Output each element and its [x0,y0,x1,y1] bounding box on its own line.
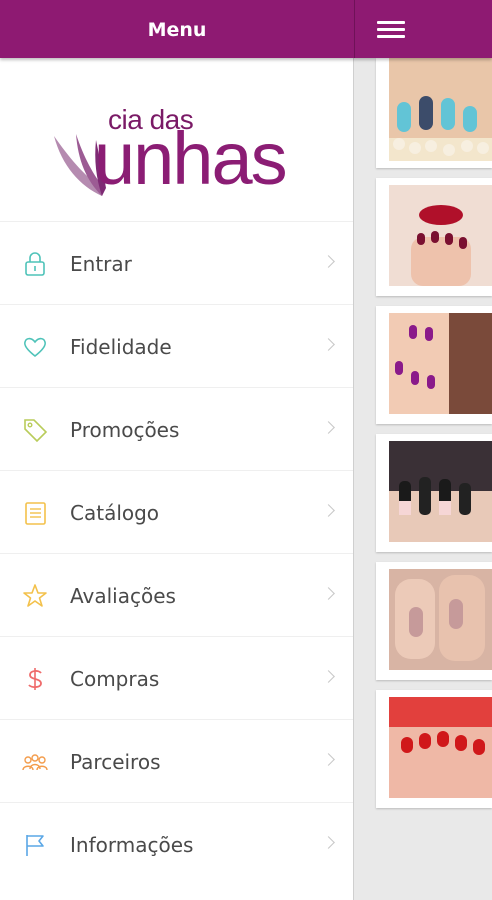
menu-item-label: Fidelidade [70,335,172,359]
menu-item-promocoes[interactable]: Promoções [0,387,353,470]
gallery-card[interactable] [376,306,492,424]
menu-item-label: Promoções [70,418,180,442]
gallery-card[interactable] [376,562,492,680]
menu-item-catalogo[interactable]: Catálogo [0,470,353,553]
flag-icon [26,835,44,856]
heart-icon [23,337,47,358]
menu-item-label: Entrar [70,252,132,276]
chevron-right-icon [322,504,335,517]
side-drawer: cia das unhas Entrar Fidelidade Promoçõe… [0,58,354,900]
top-bar: Menu [0,0,492,58]
gallery-card[interactable] [376,58,492,168]
hamburger-icon [377,21,405,39]
menu-item-compras[interactable]: Compras [0,636,353,719]
chevron-right-icon [322,338,335,351]
nail-photo [389,58,492,161]
menu-item-avaliacoes[interactable]: Avaliações [0,553,353,636]
star-icon [23,584,47,607]
menu-item-parceiros[interactable]: Parceiros [0,719,353,802]
menu-item-informacoes[interactable]: Informações [0,802,353,885]
menu-item-fidelidade[interactable]: Fidelidade [0,304,353,387]
menu-list: Entrar Fidelidade Promoções Catálogo Ava… [0,221,353,885]
chevron-right-icon [322,587,335,600]
gallery-card[interactable] [376,434,492,552]
chevron-right-icon [322,255,335,268]
chevron-right-icon [322,421,335,434]
menu-item-label: Catálogo [70,501,160,525]
chevron-right-icon [322,670,335,683]
nail-photo [389,185,492,286]
menu-item-label: Avaliações [70,584,176,608]
gallery-card[interactable] [376,178,492,296]
menu-toggle-button[interactable] [354,0,492,58]
nail-photo [389,441,492,542]
nail-photo [389,569,492,670]
nail-photo [389,313,492,414]
partners-icon [22,754,48,771]
chevron-right-icon [322,753,335,766]
nail-photo [389,697,492,798]
chevron-right-icon [322,836,335,849]
menu-item-label: Compras [70,667,160,691]
gallery-card[interactable] [376,690,492,808]
catalog-icon [25,502,46,525]
lock-icon [25,252,45,276]
dollar-icon [28,668,42,690]
logo-wordmark: unhas [94,117,288,200]
tag-icon [24,419,48,443]
brand-logo: cia das unhas [50,96,320,226]
menu-item-entrar[interactable]: Entrar [0,221,353,304]
menu-item-label: Parceiros [70,750,161,774]
page-title: Menu [147,19,207,41]
menu-item-label: Informações [70,833,194,857]
